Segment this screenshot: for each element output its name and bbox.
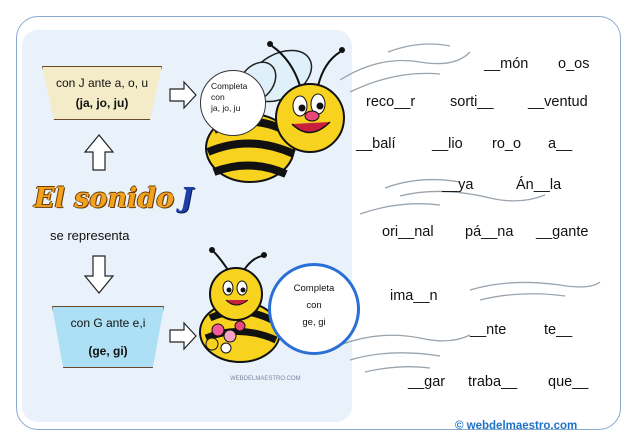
exercise-word: o_os (558, 56, 590, 72)
arrow-right-icon (169, 80, 197, 110)
exercise-word: traba__ (468, 374, 518, 390)
footer-credit: © webdelmaestro.com (455, 420, 578, 432)
exercise-word: te__ (544, 322, 573, 338)
rule-j-examples: (ja, jo, ju) (75, 96, 129, 110)
rule-g-examples: (ge, gi) (88, 344, 128, 358)
exercise-word: sorti__ (450, 94, 494, 110)
rule-j-box: con J ante a, o, u (ja, jo, ju) (42, 66, 162, 120)
exercise-word: Án__la (516, 177, 562, 193)
bubble-g-line: ge, gi (302, 317, 326, 328)
exercise-word: __ventud (528, 94, 588, 110)
bubble-g-line: con (306, 300, 322, 311)
exercise-word: __nte (470, 322, 507, 338)
bubble-g-line: Completa (293, 283, 335, 294)
exercise-word: reco__r (366, 94, 416, 110)
exercise-word: __lio (432, 136, 463, 152)
rule-g-box: con G ante e,i (ge, gi) (52, 306, 164, 368)
exercise-word: a__ (548, 136, 573, 152)
instruction-bubble-g: Completa con ge, gi (268, 263, 360, 355)
exercise-word: __món (484, 56, 529, 72)
decorations (83, 41, 601, 373)
exercise-word: __gar (408, 374, 446, 390)
instruction-bubble-j: Completa con ja, jo, ju (200, 70, 266, 136)
exercise-word: ori__nal (382, 224, 434, 240)
bubble-j-line: con (211, 92, 225, 102)
title-text: El sonido (34, 183, 175, 214)
arrow-up-icon (83, 134, 115, 171)
exercise-word: que__ (548, 374, 589, 390)
bubble-j-line: Completa (211, 81, 248, 91)
watermark: WEBDELMAESTRO.COM (230, 376, 301, 382)
arrow-down-icon (83, 255, 115, 294)
subtitle: se representa (50, 228, 130, 243)
exercise-word: __gante (536, 224, 589, 240)
bubble-j-line: ja, jo, ju (211, 103, 241, 113)
exercise-word: pá__na (465, 224, 514, 240)
rule-j-text: con J ante a, o, u (55, 76, 149, 90)
exercise-word: ro_o (492, 136, 522, 152)
page-title: El sonido J (34, 183, 193, 214)
exercise-word: __ya (442, 177, 474, 193)
title-letter: J (180, 183, 194, 214)
exercise-word: __balí (356, 136, 396, 152)
arrow-right-icon (169, 321, 197, 351)
exercise-word: ima__n (390, 288, 438, 304)
rule-g-text: con G ante e,i (70, 316, 146, 330)
